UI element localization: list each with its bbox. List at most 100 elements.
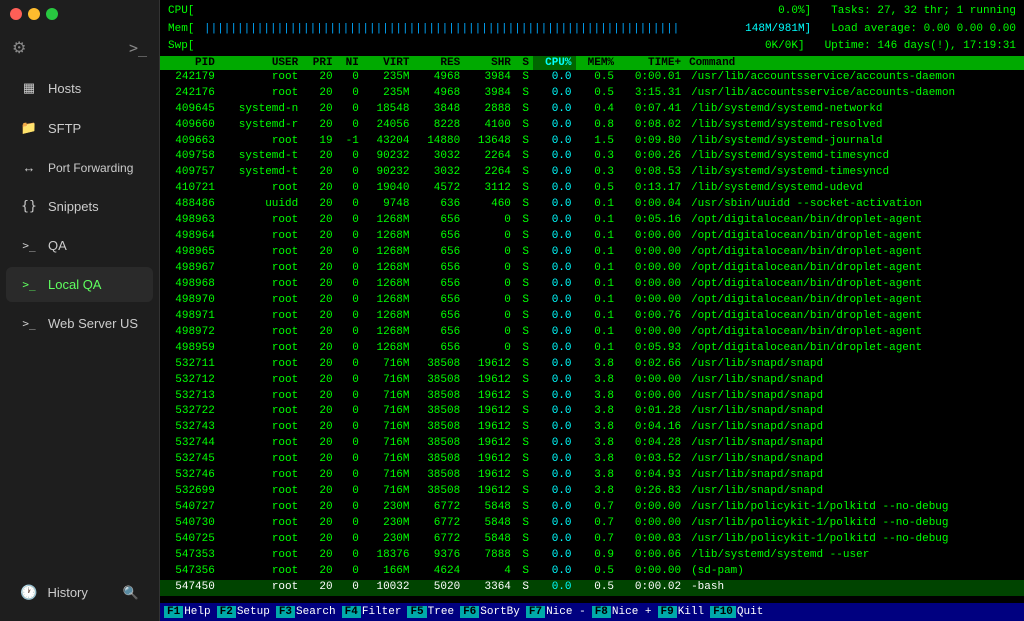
cell-2: 20 <box>302 118 336 134</box>
cell-3: 0 <box>337 564 363 580</box>
cell-1: root <box>219 309 302 325</box>
cell-11: /opt/digitalocean/bin/droplet-agent <box>685 341 1024 357</box>
fkey-F7[interactable]: F7 <box>526 606 545 618</box>
history-search-icon[interactable]: 🔍 <box>123 585 139 601</box>
cell-7: S <box>515 341 533 357</box>
cell-10: 0:04.93 <box>618 468 685 484</box>
cell-0: 540725 <box>160 532 219 548</box>
cell-2: 20 <box>302 277 336 293</box>
table-row[interactable]: 532746root200716M3850819612S0.03.80:04.9… <box>160 468 1024 484</box>
table-row[interactable]: 498971root2001268M6560S0.00.10:00.76/opt… <box>160 309 1024 325</box>
table-row[interactable]: 532699root200716M3850819612S0.03.80:26.8… <box>160 484 1024 500</box>
sidebar-item-snippets[interactable]: {} Snippets <box>6 189 153 224</box>
table-row[interactable]: 498963root2001268M6560S0.00.10:05.16/opt… <box>160 213 1024 229</box>
cell-0: 409757 <box>160 165 219 181</box>
cell-4: 90232 <box>363 165 414 181</box>
table-row[interactable]: 498967root2001268M6560S0.00.10:00.00/opt… <box>160 261 1024 277</box>
cell-4: 1268M <box>363 277 414 293</box>
sidebar-item-local-qa[interactable]: >_ Local QA <box>6 267 153 302</box>
cell-4: 10032 <box>363 580 414 596</box>
cell-1: root <box>219 452 302 468</box>
cell-9: 3.8 <box>576 484 619 500</box>
resource-bars: CPU[ 0.0%] Tasks: 27, 32 thr; 1 running … <box>160 0 1024 56</box>
web-server-icon: >_ <box>20 317 38 330</box>
cell-8: 0.0 <box>533 261 576 277</box>
table-row[interactable]: 547450root2001003250203364S0.00.50:00.02… <box>160 580 1024 596</box>
table-row[interactable]: 498972root2001268M6560S0.00.10:00.00/opt… <box>160 325 1024 341</box>
sidebar-item-web-server-us[interactable]: >_ Web Server US <box>6 306 153 341</box>
cell-11: /usr/lib/accountsservice/accounts-daemon <box>685 70 1024 86</box>
sidebar-item-history[interactable]: 🕐 History 🔍 <box>6 574 153 611</box>
cell-1: root <box>219 468 302 484</box>
table-row[interactable]: 488486uuidd2009748636460S0.00.10:00.04/u… <box>160 197 1024 213</box>
table-row[interactable]: 540727root200230M67725848S0.00.70:00.00/… <box>160 500 1024 516</box>
cell-11: /lib/systemd/systemd-networkd <box>685 102 1024 118</box>
cell-9: 3.8 <box>576 404 619 420</box>
settings-icon[interactable]: ⚙ <box>12 38 26 58</box>
cell-3: 0 <box>337 86 363 102</box>
table-row[interactable]: 409645systemd-n2001854838482888S0.00.40:… <box>160 102 1024 118</box>
maximize-button[interactable] <box>46 8 58 20</box>
table-row[interactable]: 242179root200235M49683984S0.00.50:00.01/… <box>160 70 1024 86</box>
sidebar-item-port-forwarding[interactable]: ↔ Port Forwarding <box>6 150 153 185</box>
cell-7: S <box>515 213 533 229</box>
cell-2: 20 <box>302 468 336 484</box>
fkey-F1[interactable]: F1 <box>164 606 183 618</box>
sidebar-item-hosts[interactable]: ▦ Hosts <box>6 70 153 106</box>
table-row[interactable]: 532713root200716M3850819612S0.03.80:00.0… <box>160 389 1024 405</box>
fkey-F3[interactable]: F3 <box>276 606 295 618</box>
cell-4: 166M <box>363 564 414 580</box>
sidebar-item-sftp[interactable]: 📁 SFTP <box>6 110 153 146</box>
table-row[interactable]: 532745root200716M3850819612S0.03.80:03.5… <box>160 452 1024 468</box>
fkey-F2[interactable]: F2 <box>217 606 236 618</box>
fkey-label-F3: Search <box>296 606 336 618</box>
table-row[interactable]: 547353root2001837693767888S0.00.90:00.06… <box>160 548 1024 564</box>
col-time: TIME+ <box>618 56 685 70</box>
fkey-F8[interactable]: F8 <box>592 606 611 618</box>
cell-7: S <box>515 134 533 150</box>
table-row[interactable]: 532711root200716M3850819612S0.03.80:02.6… <box>160 357 1024 373</box>
cell-10: 0:00.00 <box>618 564 685 580</box>
table-row[interactable]: 532743root200716M3850819612S0.03.80:04.1… <box>160 420 1024 436</box>
cell-4: 1268M <box>363 341 414 357</box>
table-row[interactable]: 540725root200230M67725848S0.00.70:00.03/… <box>160 532 1024 548</box>
table-row[interactable]: 409663root19-1432041488013648S0.01.50:09… <box>160 134 1024 150</box>
table-row[interactable]: 409660systemd-r2002405682284100S0.00.80:… <box>160 118 1024 134</box>
new-terminal-icon[interactable]: >_ <box>129 39 147 57</box>
table-row[interactable]: 498968root2001268M6560S0.00.10:00.00/opt… <box>160 277 1024 293</box>
cell-9: 0.1 <box>576 341 619 357</box>
table-row[interactable]: 242176root200235M49683984S0.00.53:15.31/… <box>160 86 1024 102</box>
cell-2: 20 <box>302 452 336 468</box>
table-row[interactable]: 498965root2001268M6560S0.00.10:00.00/opt… <box>160 245 1024 261</box>
minimize-button[interactable] <box>28 8 40 20</box>
table-row[interactable]: 410721root2001904045723112S0.00.50:13.17… <box>160 181 1024 197</box>
cell-1: systemd-t <box>219 165 302 181</box>
cell-3: 0 <box>337 149 363 165</box>
table-row[interactable]: 409757systemd-t2009023230322264S0.00.30:… <box>160 165 1024 181</box>
cell-8: 0.0 <box>533 516 576 532</box>
table-row[interactable]: 498959root2001268M6560S0.00.10:05.93/opt… <box>160 341 1024 357</box>
cell-11: /usr/lib/policykit-1/polkitd --no-debug <box>685 500 1024 516</box>
table-row[interactable]: 547356root200166M46244S0.00.50:00.00(sd-… <box>160 564 1024 580</box>
table-row[interactable]: 532722root200716M3850819612S0.03.80:01.2… <box>160 404 1024 420</box>
close-button[interactable] <box>10 8 22 20</box>
sidebar-item-web-server-us-label: Web Server US <box>48 316 138 331</box>
cell-0: 409660 <box>160 118 219 134</box>
fkey-F5[interactable]: F5 <box>407 606 426 618</box>
table-row[interactable]: 409758systemd-t2009023230322264S0.00.30:… <box>160 149 1024 165</box>
cell-1: root <box>219 404 302 420</box>
table-row[interactable]: 532712root200716M3850819612S0.03.80:00.0… <box>160 373 1024 389</box>
terminal-main: CPU[ 0.0%] Tasks: 27, 32 thr; 1 running … <box>160 0 1024 621</box>
sidebar-history-label: History <box>47 585 87 600</box>
fkey-F6[interactable]: F6 <box>460 606 479 618</box>
fkey-F9[interactable]: F9 <box>658 606 677 618</box>
table-row[interactable]: 498964root2001268M6560S0.00.10:00.00/opt… <box>160 229 1024 245</box>
sidebar-item-qa[interactable]: >_ QA <box>6 228 153 263</box>
fkey-F4[interactable]: F4 <box>342 606 361 618</box>
table-row[interactable]: 532744root200716M3850819612S0.03.80:04.2… <box>160 436 1024 452</box>
table-row[interactable]: 540730root200230M67725848S0.00.70:00.00/… <box>160 516 1024 532</box>
cell-9: 0.7 <box>576 500 619 516</box>
table-row[interactable]: 498970root2001268M6560S0.00.10:00.00/opt… <box>160 293 1024 309</box>
cell-0: 488486 <box>160 197 219 213</box>
fkey-F10[interactable]: F10 <box>710 606 736 618</box>
